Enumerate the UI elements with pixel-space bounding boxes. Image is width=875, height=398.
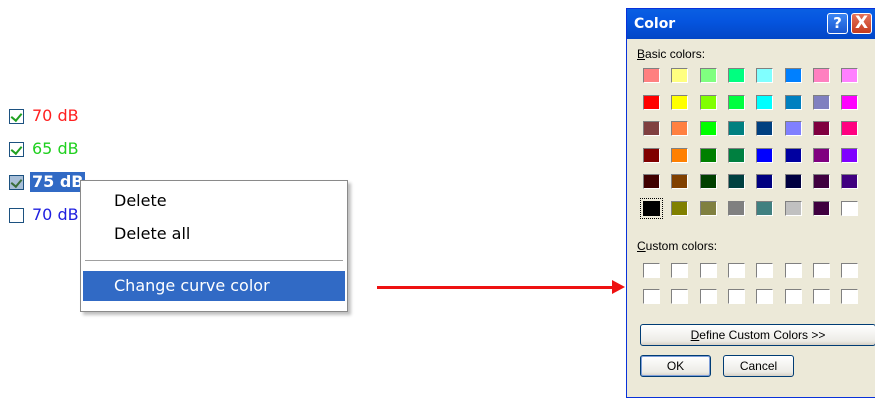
close-button[interactable]: X (851, 13, 872, 34)
basic-color-swatch[interactable] (784, 174, 802, 190)
basic-color-swatch[interactable] (699, 174, 717, 190)
cancel-button[interactable]: Cancel (723, 355, 794, 377)
custom-color-swatch[interactable] (699, 289, 717, 304)
basic-color-swatch[interactable] (756, 201, 774, 216)
basic-color-swatch[interactable] (841, 121, 859, 137)
basic-color-swatch[interactable] (643, 174, 660, 190)
menu-item-delete[interactable]: Delete (83, 186, 345, 216)
curve-checkbox[interactable] (9, 108, 24, 124)
basic-color-swatch[interactable] (841, 147, 859, 163)
custom-color-swatch[interactable] (643, 263, 660, 278)
custom-color-swatch[interactable] (841, 263, 859, 278)
custom-color-swatch[interactable] (812, 289, 830, 304)
basic-color-swatch[interactable] (812, 147, 830, 163)
custom-color-swatch[interactable] (784, 289, 802, 304)
custom-colors-label: Custom colors: (637, 239, 718, 253)
basic-color-swatch[interactable] (671, 121, 689, 137)
basic-color-swatch[interactable] (727, 201, 745, 216)
context-menu: Delete Delete all Change curve color (80, 180, 348, 312)
basic-color-swatch[interactable] (699, 68, 717, 83)
curve-row[interactable]: 65 dB (9, 138, 81, 160)
custom-color-swatch[interactable] (756, 289, 774, 304)
basic-color-swatch[interactable] (812, 68, 830, 83)
basic-color-swatch[interactable] (756, 94, 774, 110)
basic-color-swatch[interactable] (841, 174, 859, 190)
dialog-titlebar[interactable]: Color ? X (627, 9, 875, 39)
basic-color-swatch[interactable] (727, 121, 745, 137)
basic-color-swatch[interactable] (727, 94, 745, 110)
basic-color-swatch[interactable] (671, 174, 689, 190)
curve-row[interactable]: 75 dB (9, 171, 86, 193)
curve-checkbox[interactable] (9, 141, 24, 157)
basic-color-swatch[interactable] (643, 147, 660, 163)
menu-separator (85, 260, 343, 261)
basic-color-swatch[interactable] (699, 94, 717, 110)
curve-row[interactable]: 70 dB (9, 204, 81, 226)
basic-color-swatch[interactable] (784, 121, 802, 137)
custom-color-swatch[interactable] (671, 263, 689, 278)
custom-color-swatch[interactable] (784, 263, 802, 278)
basic-color-swatch[interactable] (643, 94, 660, 110)
basic-color-swatch[interactable] (727, 68, 745, 83)
curve-label[interactable]: 70 dB (30, 106, 81, 126)
define-custom-colors-button[interactable]: Define Custom Colors >> (640, 324, 875, 346)
basic-color-swatch[interactable] (640, 198, 663, 219)
basic-color-swatch[interactable] (671, 147, 689, 163)
basic-color-swatch[interactable] (756, 121, 774, 137)
custom-color-swatch[interactable] (727, 289, 745, 304)
basic-color-swatch[interactable] (784, 68, 802, 83)
basic-color-swatch[interactable] (699, 121, 717, 137)
basic-color-swatch[interactable] (784, 94, 802, 110)
basic-color-swatch[interactable] (841, 68, 859, 83)
menu-item-delete-all[interactable]: Delete all (83, 219, 345, 249)
curve-label[interactable]: 65 dB (30, 139, 81, 159)
arrow-head-icon (612, 280, 625, 294)
basic-color-swatch[interactable] (699, 147, 717, 163)
custom-color-swatch[interactable] (812, 263, 830, 278)
arrow-line (377, 286, 614, 289)
custom-color-swatch[interactable] (727, 263, 745, 278)
basic-color-swatch[interactable] (841, 201, 859, 216)
curve-checkbox[interactable] (9, 174, 24, 190)
basic-color-swatch[interactable] (812, 94, 830, 110)
basic-color-swatch[interactable] (671, 68, 689, 83)
basic-color-swatch[interactable] (643, 121, 660, 137)
basic-color-swatch[interactable] (784, 147, 802, 163)
curve-row[interactable]: 70 dB (9, 105, 81, 127)
basic-color-swatch[interactable] (699, 201, 717, 216)
basic-color-swatch[interactable] (643, 68, 660, 83)
custom-color-swatch[interactable] (643, 289, 660, 304)
basic-color-swatch[interactable] (756, 174, 774, 190)
basic-color-swatch[interactable] (812, 201, 830, 216)
curve-checkbox[interactable] (9, 207, 24, 223)
custom-color-swatch[interactable] (699, 263, 717, 278)
basic-color-swatch[interactable] (756, 147, 774, 163)
basic-color-swatch[interactable] (671, 94, 689, 110)
curve-label[interactable]: 70 dB (30, 205, 81, 225)
basic-color-swatch[interactable] (841, 94, 859, 110)
dialog-title: Color (634, 16, 676, 32)
menu-item-change-curve-color[interactable]: Change curve color (83, 271, 345, 301)
custom-color-swatch[interactable] (671, 289, 689, 304)
curve-label[interactable]: 75 dB (30, 172, 86, 192)
custom-color-swatch[interactable] (841, 289, 859, 304)
basic-color-swatch[interactable] (727, 147, 745, 163)
ok-button[interactable]: OK (640, 355, 711, 377)
color-dialog: Color ? X Basic colors: Custom colors: D… (626, 8, 875, 398)
help-button[interactable]: ? (827, 13, 848, 34)
basic-color-swatch[interactable] (812, 174, 830, 190)
basic-colors-label: Basic colors: (637, 47, 706, 61)
basic-color-swatch[interactable] (784, 201, 802, 216)
basic-color-swatch[interactable] (727, 174, 745, 190)
basic-color-swatch[interactable] (812, 121, 830, 137)
basic-color-swatch[interactable] (756, 68, 774, 83)
custom-color-swatch[interactable] (756, 263, 774, 278)
basic-color-swatch[interactable] (671, 201, 689, 216)
